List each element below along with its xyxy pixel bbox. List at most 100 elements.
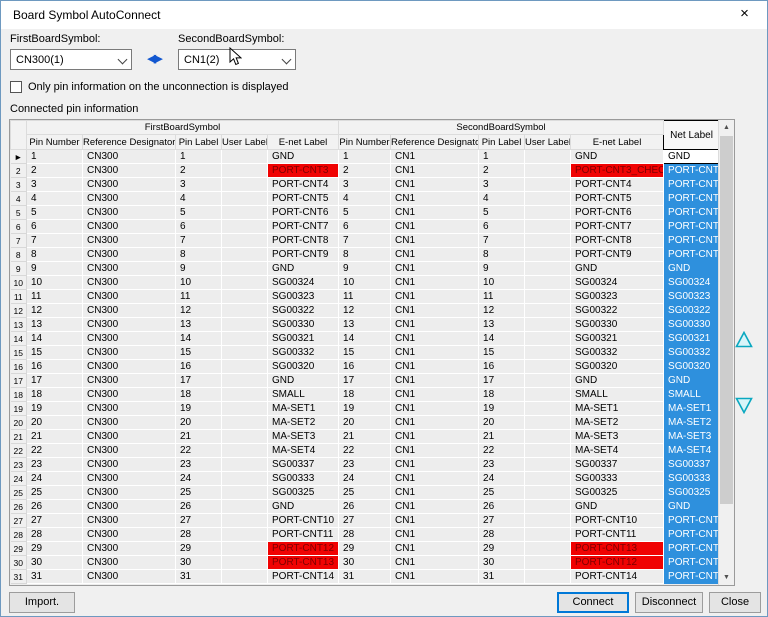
- grid-cell[interactable]: SG00320: [268, 360, 339, 374]
- row-header[interactable]: 13: [11, 318, 27, 332]
- grid-cell[interactable]: PORT-CNT3_CHECK: [571, 164, 664, 178]
- grid-cell[interactable]: CN300: [83, 318, 176, 332]
- grid-cell[interactable]: 16: [176, 360, 222, 374]
- grid-cell[interactable]: MA-SET3: [268, 430, 339, 444]
- net-label-cell[interactable]: PORT-CNT9: [664, 248, 720, 262]
- net-label-cell[interactable]: PORT-CNT3: [664, 164, 720, 178]
- grid-cell[interactable]: CN300: [83, 164, 176, 178]
- grid-cell[interactable]: CN300: [83, 192, 176, 206]
- grid-cell[interactable]: SG00325: [571, 486, 664, 500]
- grid-cell[interactable]: PORT-CNT13: [571, 542, 664, 556]
- grid-cell[interactable]: CN1: [391, 472, 479, 486]
- net-label-cell[interactable]: SG00323: [664, 290, 720, 304]
- grid-cell[interactable]: 30: [27, 556, 83, 570]
- grid-cell[interactable]: CN1: [391, 346, 479, 360]
- column-header-user-label[interactable]: User Label: [525, 135, 571, 150]
- grid-cell[interactable]: 5: [27, 206, 83, 220]
- grid-cell[interactable]: SG00323: [268, 290, 339, 304]
- grid-cell[interactable]: CN300: [83, 402, 176, 416]
- grid-cell[interactable]: 14: [339, 332, 391, 346]
- grid-cell[interactable]: SG00325: [268, 486, 339, 500]
- grid-cell[interactable]: [525, 164, 571, 178]
- grid-cell[interactable]: [222, 374, 268, 388]
- grid-cell[interactable]: CN1: [391, 416, 479, 430]
- grid-cell[interactable]: PORT-CNT6: [268, 206, 339, 220]
- grid-cell[interactable]: GND: [571, 374, 664, 388]
- grid-cell[interactable]: PORT-CNT11: [268, 528, 339, 542]
- grid-cell[interactable]: PORT-CNT5: [268, 192, 339, 206]
- first-board-symbol-select[interactable]: CN300(1): [10, 49, 132, 70]
- grid-cell[interactable]: MA-SET2: [571, 416, 664, 430]
- grid-cell[interactable]: 15: [27, 346, 83, 360]
- grid-cell[interactable]: CN300: [83, 206, 176, 220]
- row-header[interactable]: 11: [11, 290, 27, 304]
- grid-cell[interactable]: CN1: [391, 360, 479, 374]
- grid-cell[interactable]: [525, 528, 571, 542]
- grid-cell[interactable]: 23: [479, 458, 525, 472]
- net-label-cell[interactable]: SG00332: [664, 346, 720, 360]
- grid-cell[interactable]: 4: [479, 192, 525, 206]
- grid-cell[interactable]: [222, 262, 268, 276]
- grid-cell[interactable]: SG00321: [571, 332, 664, 346]
- row-header[interactable]: 29: [11, 542, 27, 556]
- grid-cell[interactable]: CN1: [391, 290, 479, 304]
- grid-cell[interactable]: 31: [27, 570, 83, 584]
- grid-cell[interactable]: 12: [27, 304, 83, 318]
- grid-cell[interactable]: 26: [27, 500, 83, 514]
- grid-cell[interactable]: PORT-CNT4: [571, 178, 664, 192]
- grid-cell[interactable]: CN1: [391, 444, 479, 458]
- grid-cell[interactable]: CN1: [391, 192, 479, 206]
- grid-cell[interactable]: [222, 290, 268, 304]
- grid-cell[interactable]: 11: [27, 290, 83, 304]
- grid-cell[interactable]: 9: [176, 262, 222, 276]
- row-header[interactable]: 26: [11, 500, 27, 514]
- row-header[interactable]: 10: [11, 276, 27, 290]
- grid-cell[interactable]: CN300: [83, 220, 176, 234]
- grid-cell[interactable]: 18: [176, 388, 222, 402]
- grid-cell[interactable]: 2: [339, 164, 391, 178]
- grid-cell[interactable]: CN300: [83, 262, 176, 276]
- grid-cell[interactable]: PORT-CNT11: [571, 528, 664, 542]
- grid-cell[interactable]: CN300: [83, 556, 176, 570]
- grid-cell[interactable]: 11: [339, 290, 391, 304]
- grid-cell[interactable]: PORT-CNT13: [268, 556, 339, 570]
- grid-cell[interactable]: [525, 402, 571, 416]
- grid-cell[interactable]: 31: [339, 570, 391, 584]
- grid-cell[interactable]: 27: [27, 514, 83, 528]
- net-label-cell[interactable]: SG00322: [664, 304, 720, 318]
- disconnect-button[interactable]: Disconnect: [635, 592, 703, 613]
- grid-cell[interactable]: SG00333: [268, 472, 339, 486]
- grid-cell[interactable]: 24: [339, 472, 391, 486]
- grid-cell[interactable]: [525, 248, 571, 262]
- grid-cell[interactable]: [525, 206, 571, 220]
- grid-cell[interactable]: PORT-CNT14: [268, 570, 339, 584]
- row-header[interactable]: 8: [11, 248, 27, 262]
- grid-cell[interactable]: 23: [176, 458, 222, 472]
- grid-cell[interactable]: 28: [339, 528, 391, 542]
- grid-cell[interactable]: 7: [479, 234, 525, 248]
- grid-cell[interactable]: CN1: [391, 514, 479, 528]
- grid-cell[interactable]: CN300: [83, 486, 176, 500]
- grid-cell[interactable]: SG00321: [268, 332, 339, 346]
- column-header-reference-designator[interactable]: Reference Designator: [391, 135, 479, 150]
- grid-cell[interactable]: 28: [27, 528, 83, 542]
- grid-cell[interactable]: MA-SET3: [571, 430, 664, 444]
- grid-cell[interactable]: [222, 360, 268, 374]
- grid-cell[interactable]: [222, 430, 268, 444]
- row-header[interactable]: 19: [11, 402, 27, 416]
- scroll-up-icon[interactable]: ▲: [719, 120, 734, 135]
- grid-cell[interactable]: CN300: [83, 542, 176, 556]
- grid-cell[interactable]: 26: [176, 500, 222, 514]
- grid-cell[interactable]: 5: [176, 206, 222, 220]
- grid-cell[interactable]: GND: [268, 374, 339, 388]
- net-label-cell[interactable]: SG00333: [664, 472, 720, 486]
- grid-cell[interactable]: 22: [27, 444, 83, 458]
- grid-cell[interactable]: 22: [176, 444, 222, 458]
- grid-cell[interactable]: 11: [479, 290, 525, 304]
- grid-cell[interactable]: 15: [339, 346, 391, 360]
- grid-cell[interactable]: GND: [268, 500, 339, 514]
- grid-cell[interactable]: 1: [176, 150, 222, 164]
- grid-cell[interactable]: [525, 318, 571, 332]
- grid-cell[interactable]: SG00330: [571, 318, 664, 332]
- grid-cell[interactable]: 3: [27, 178, 83, 192]
